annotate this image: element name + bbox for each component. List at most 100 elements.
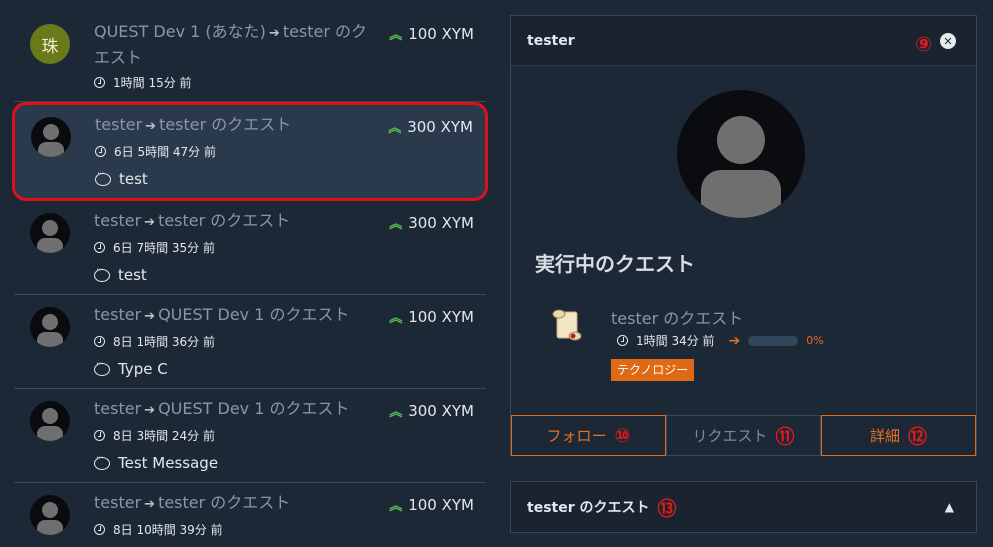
clock-icon [94,242,105,253]
feed-row[interactable]: tester ➔ QUEST Dev 1 のクエスト ︽ 300 XYM 8日 3時間 2… [14,389,486,483]
feed-title: tester ➔ tester のクエスト [94,491,374,517]
clock-icon [94,77,105,88]
double-chevron-up-icon: ︽ [388,121,402,136]
accordion-title: tester のクエスト [527,500,650,516]
annotation-marker-10: ⑩ [614,424,631,447]
arrow-right-icon: ➔ [144,403,156,418]
feed-meta: 8日 1時間 36分 前 [94,333,474,350]
amount: ︽ 100 XYM [389,495,474,514]
double-chevron-up-icon: ︽ [389,28,403,43]
quest-accordion[interactable]: tester のクエスト ⑬ ▲ [510,481,977,533]
sender-name[interactable]: tester [94,211,141,230]
feed-meta: 1時間 15分 前 [94,74,474,91]
amount-value: 300 XYM [407,118,473,136]
avatar[interactable] [30,213,70,253]
message-text: Type C [118,360,168,378]
arrow-right-icon: ➔ [145,119,157,134]
timestamp: 1時間 15分 前 [113,76,192,90]
annotation-marker-13: ⑬ [657,497,677,520]
quest-link[interactable]: tester のクエスト [159,115,291,134]
comment-icon [94,453,110,470]
feed-message: Type C [94,359,474,378]
quest-link[interactable]: tester のクエスト [158,211,290,230]
amount-value: 300 XYM [408,214,474,232]
comment-icon [94,359,110,376]
amount-value: 300 XYM [408,402,474,420]
feed-title: tester ➔ QUEST Dev 1 のクエスト [94,303,374,329]
quest-link[interactable]: QUEST Dev 1 のクエスト [158,399,349,418]
comment-icon [94,265,110,282]
quest-category-tag: テクノロジー [611,359,695,381]
amount-value: 100 XYM [408,496,474,514]
timestamp: 6日 5時間 47分 前 [114,145,216,159]
feed-row[interactable]: tester➔tester のクエスト ︽ 300 XYM 6日 7時間 35分 前 t… [14,201,486,295]
feed-meta: 8日 10時間 39分 前 [94,521,474,538]
timestamp: 8日 10時間 39分 前 [113,523,223,537]
sender-name[interactable]: tester [94,399,141,418]
clock-icon [617,335,628,346]
feed-title: tester ➔ tester のクエスト [94,209,374,235]
chevron-up-icon[interactable]: ▲ [945,500,954,514]
amount-value: 100 XYM [408,308,474,326]
clock-icon [94,430,105,441]
avatar[interactable] [31,117,71,157]
arrow-right-icon: ➔ [144,309,156,324]
request-button[interactable]: リクエスト ⑪ [666,415,821,456]
sender-name[interactable]: tester [94,305,141,324]
active-quests-title: 実行中のクエスト [535,252,695,276]
arrow-right-icon: ➔ [144,215,156,230]
feed-title: tester ➔ tester のクエスト [95,113,375,139]
details-label: 詳細 [869,427,900,445]
follow-button[interactable]: フォロー ⑩ [511,415,666,456]
quest-time: 1時間 34分 前 [636,334,715,348]
request-label: リクエスト [692,427,768,445]
message-text: test [119,170,148,188]
quest-name[interactable]: tester のクエスト [611,305,743,329]
clock-icon [94,336,105,347]
avatar[interactable] [30,495,70,535]
amount: ︽ 300 XYM [389,401,474,420]
avatar[interactable] [30,307,70,347]
feed-meta: 8日 3時間 24分 前 [94,427,474,444]
arrow-right-icon: ➔ [268,26,280,41]
quest-progress-bar [748,335,799,346]
user-panel-header: tester [511,16,976,66]
feed-title: QUEST Dev 1 (あなた) ➔ tester のクエスト [94,20,374,70]
close-icon[interactable]: ✕ [940,33,956,49]
annotation-marker-9: ⑨ [915,32,932,56]
timestamp: 8日 1時間 36分 前 [113,335,215,349]
feed-row[interactable]: tester ➔ QUEST Dev 1 のクエスト ︽ 100 XYM 8日 1時間 3… [14,295,486,389]
feed-row[interactable]: 珠 QUEST Dev 1 (あなた) ➔ tester のクエスト ︽ 100 XYM 1… [14,12,486,102]
double-chevron-up-icon: ︽ [389,499,403,514]
quest-link[interactable]: QUEST Dev 1 のクエスト [158,305,349,324]
feed-title: tester ➔ QUEST Dev 1 のクエスト [94,397,374,423]
clock-icon [95,146,106,157]
feed-row[interactable]: tester➔tester のクエスト ︽ 300 XYM 6日 5時間 47分 前 t… [12,102,488,201]
timestamp: 6日 7時間 35分 前 [113,241,215,255]
transaction-feed: 珠 QUEST Dev 1 (あなた) ➔ tester のクエスト ︽ 100 XYM 1… [12,12,488,547]
sender-name[interactable]: tester [95,115,142,134]
feed-meta: 6日 7時間 35分 前 [94,239,474,256]
message-text: Test Message [118,454,219,472]
feed-meta: 6日 5時間 47分 前 [95,143,473,160]
amount: ︽ 100 XYM [389,24,474,43]
double-chevron-up-icon: ︽ [389,311,403,326]
feed-message: test [94,265,474,284]
sender-name[interactable]: QUEST Dev 1 (あなた) [94,22,266,41]
quest-progress-label: 0% [806,334,824,347]
arrow-right-icon: ➔ [144,497,156,512]
feed-row[interactable]: tester ➔ tester のクエスト ︽ 100 XYM 8日 10時間 39分 前 [14,483,486,547]
avatar[interactable] [30,401,70,441]
timestamp: 8日 3時間 24分 前 [113,429,215,443]
avatar[interactable]: 珠 [30,24,70,64]
amount: ︽ 300 XYM [389,213,474,232]
amount: ︽ 300 XYM [388,117,473,136]
arrow-right-icon: ➔ [728,332,741,349]
feed-message: Test Message [94,453,474,472]
details-button[interactable]: 詳細 ⑫ [821,415,976,456]
feed-message: test [95,169,473,188]
amount: ︽ 100 XYM [389,307,474,326]
quest-meta: 1時間 34分 前 ➔ 0% [617,332,824,349]
sender-name[interactable]: tester [94,493,141,512]
quest-link[interactable]: tester のクエスト [158,493,290,512]
